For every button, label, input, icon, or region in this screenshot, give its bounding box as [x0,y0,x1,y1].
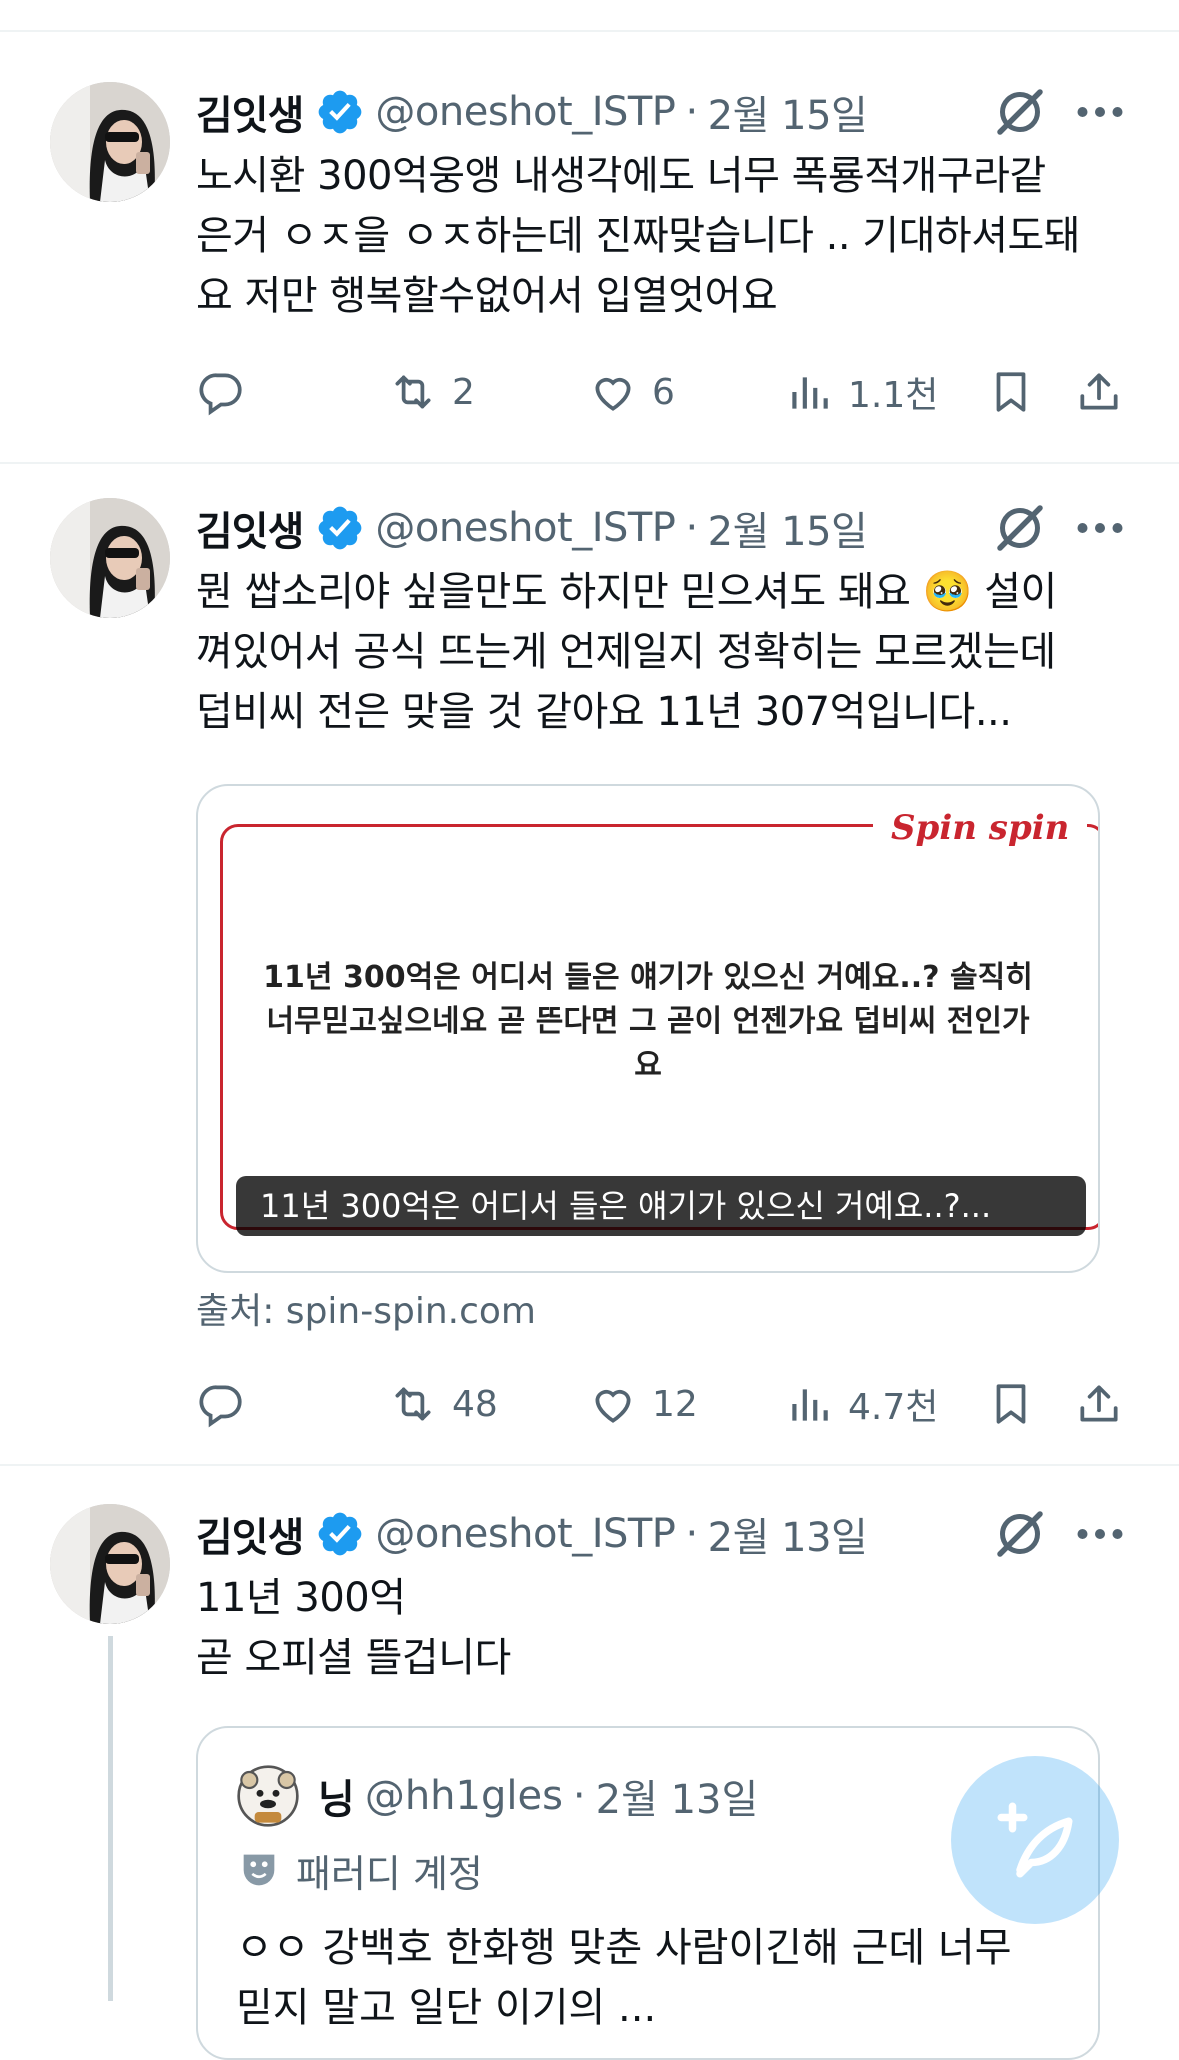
grok-icon[interactable] [990,1504,1050,1564]
separator-dot: · [685,1511,698,1557]
card-question-text: 11년 300억은 어디서 들은 얘기가 있으신 거예요..? 솔직히 너무믿고… [263,960,1033,1083]
bookmark-button[interactable] [986,362,1050,422]
retweet-button[interactable]: 48 [388,1374,498,1434]
parody-mask-icon [243,1854,275,1886]
share-button[interactable] [1074,362,1138,422]
card-source[interactable]: 출처: spin-spin.com [196,1282,536,1334]
bookmark-icon [986,367,1036,417]
quote-author-name[interactable]: 닝 [318,1767,355,1825]
separator-dot: · [685,505,698,551]
card-brand-logo: Spin spin [873,808,1088,848]
avatar[interactable] [50,1504,170,1624]
views-count: 4.7천 [848,1387,939,1428]
tweet-text: 노시환 300억웅앵 내생각에도 너무 폭룡적개구라같 은거 ㅇㅈ을 ㅇㅈ하는데… [196,153,1081,319]
verified-badge-icon [315,87,365,137]
quote-text: ㅇㅇ 강백호 한화행 맞춘 사람이긴해 근데 너무 믿지 말고 일단 이기의 .… [236,1925,1012,2031]
more-icon[interactable] [1070,498,1130,558]
author-handle[interactable]: @oneshot_ISTP [375,89,676,135]
author-handle[interactable]: @oneshot_ISTP [375,1511,676,1557]
tweet-text: 뭔 쌉소리야 싶을만도 하지만 믿으셔도 돼요 🥹 설이 껴있어서 공식 뜨는게… [196,569,1057,735]
like-count: 12 [652,1383,698,1425]
quote-author-handle[interactable]: @hh1gles [365,1773,563,1819]
card-caption: 11년 300억은 어디서 들은 얘기가 있으신 거예요..?... [236,1176,1086,1236]
author-name[interactable]: 김잇생 [196,83,304,141]
share-icon [1074,367,1124,417]
more-icon[interactable] [1070,82,1130,142]
separator-dot: · [685,89,698,135]
like-count: 6 [652,371,675,413]
compose-button[interactable] [951,1756,1119,1924]
tweet-date[interactable]: 2월 15일 [708,83,868,141]
compose-icon [997,1802,1073,1878]
tweet-text: 11년 300억 곧 오피셜 뜰겁니다 [196,1575,511,1681]
link-card[interactable]: Spin spin 11년 300억은 어디서 들은 얘기가 있으신 거예요..… [196,784,1100,1273]
verified-badge-icon [315,1509,365,1559]
reply-icon [196,367,246,417]
tweet-2[interactable]: 김잇생 @oneshot_ISTP · 2월 15일 뭔 쌉소리야 싶을만도 하… [0,464,1179,1466]
parody-badge-label: 패러디 계정 [296,1851,483,1896]
bookmark-icon [986,1379,1036,1429]
retweet-icon [388,367,438,417]
tweet-3[interactable]: 김잇생 @oneshot_ISTP · 2월 13일 11년 300억 곧 오피… [0,1466,1179,2060]
grok-icon[interactable] [990,498,1050,558]
tweet-date[interactable]: 2월 13일 [708,1505,868,1563]
tweet-1[interactable]: 김잇생 @oneshot_ISTP · 2월 15일 노시환 300억웅앵 내생… [0,32,1179,464]
reply-button[interactable] [196,1374,260,1434]
like-button[interactable]: 12 [588,1374,698,1434]
like-button[interactable]: 6 [588,362,675,422]
retweet-button[interactable]: 2 [388,362,475,422]
top-divider [0,0,1179,32]
author-name[interactable]: 김잇생 [196,1505,304,1563]
tweet-date[interactable]: 2월 15일 [708,499,868,557]
verified-badge-icon [315,503,365,553]
views-count: 1.1천 [848,375,939,416]
like-icon [588,367,638,417]
retweet-icon [388,1379,438,1429]
retweet-count: 2 [452,371,475,413]
views-button[interactable]: 1.1천 [784,362,938,422]
author-handle[interactable]: @oneshot_ISTP [375,505,676,551]
bookmark-button[interactable] [986,1374,1050,1434]
avatar[interactable] [50,498,170,618]
share-button[interactable] [1074,1374,1138,1434]
quoted-tweet[interactable]: 닝 @hh1gles · 2월 13일 패러디 계정 ㅇㅇ 강백호 한화행 맞춘… [196,1726,1100,2060]
views-button[interactable]: 4.7천 [784,1374,938,1434]
quote-avatar[interactable] [236,1764,300,1828]
action-bar: 48 12 4.7천 [196,1374,1136,1434]
grok-icon[interactable] [990,82,1050,142]
parody-badge: 패러디 계정 [236,1840,483,1900]
avatar[interactable] [50,82,170,202]
more-icon[interactable] [1070,1504,1130,1564]
thread-line [108,1636,113,2001]
reply-icon [196,1379,246,1429]
like-icon [588,1379,638,1429]
share-icon [1074,1379,1124,1429]
action-bar: 2 6 1.1천 [196,362,1136,422]
author-name[interactable]: 김잇생 [196,499,304,557]
separator-dot: · [572,1773,586,1819]
views-icon [784,367,834,417]
reply-button[interactable] [196,362,260,422]
retweet-count: 48 [452,1383,498,1425]
quote-date[interactable]: 2월 13일 [596,1767,759,1825]
views-icon [784,1379,834,1429]
